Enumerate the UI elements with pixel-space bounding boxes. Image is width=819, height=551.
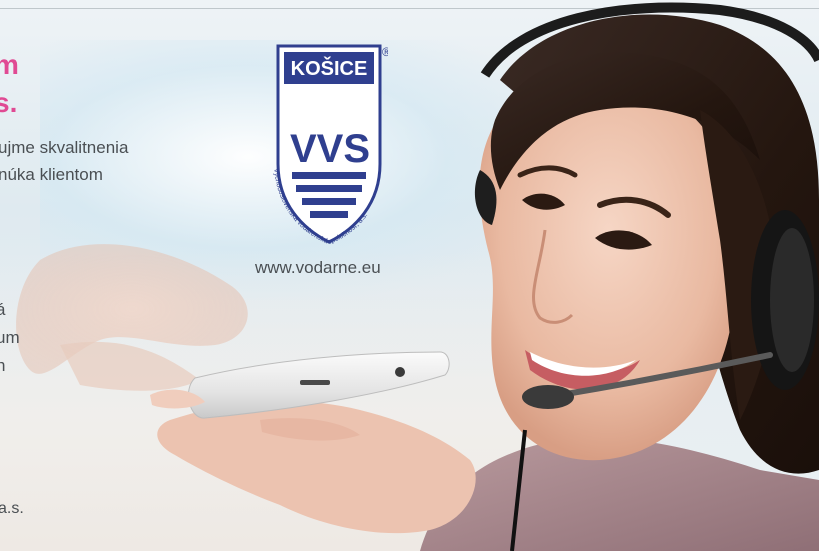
- intro-line-2: núka klientom: [0, 165, 103, 184]
- headline-line-2: s.: [0, 87, 18, 118]
- company-suffix: a.s.: [0, 500, 24, 517]
- body-line-1: á: [0, 300, 6, 319]
- headline: m s.: [0, 46, 19, 122]
- body-line-2: um: [0, 328, 20, 347]
- logo-city-text: KOŠICE: [291, 56, 368, 80]
- body-line-3: n: [0, 356, 6, 375]
- advertisement-page: m s. ujme skvalitnenia núka klientom á u…: [0, 0, 819, 551]
- blurred-hand: [16, 244, 248, 391]
- intro-line-1: ujme skvalitnenia: [0, 138, 129, 157]
- registered-mark: ®: [382, 45, 388, 59]
- body-text: á um n: [0, 296, 20, 380]
- logo-mark-text: VVS: [290, 127, 370, 171]
- intro-text: ujme skvalitnenia núka klientom: [0, 134, 128, 188]
- call-center-agent-photo: [16, 2, 819, 551]
- headline-line-1: m: [0, 49, 19, 80]
- vvs-kosice-logo: KOŠICE VVS ® Východoslovenská vodárenská…: [272, 44, 388, 244]
- website-link[interactable]: www.vodarne.eu: [255, 258, 381, 278]
